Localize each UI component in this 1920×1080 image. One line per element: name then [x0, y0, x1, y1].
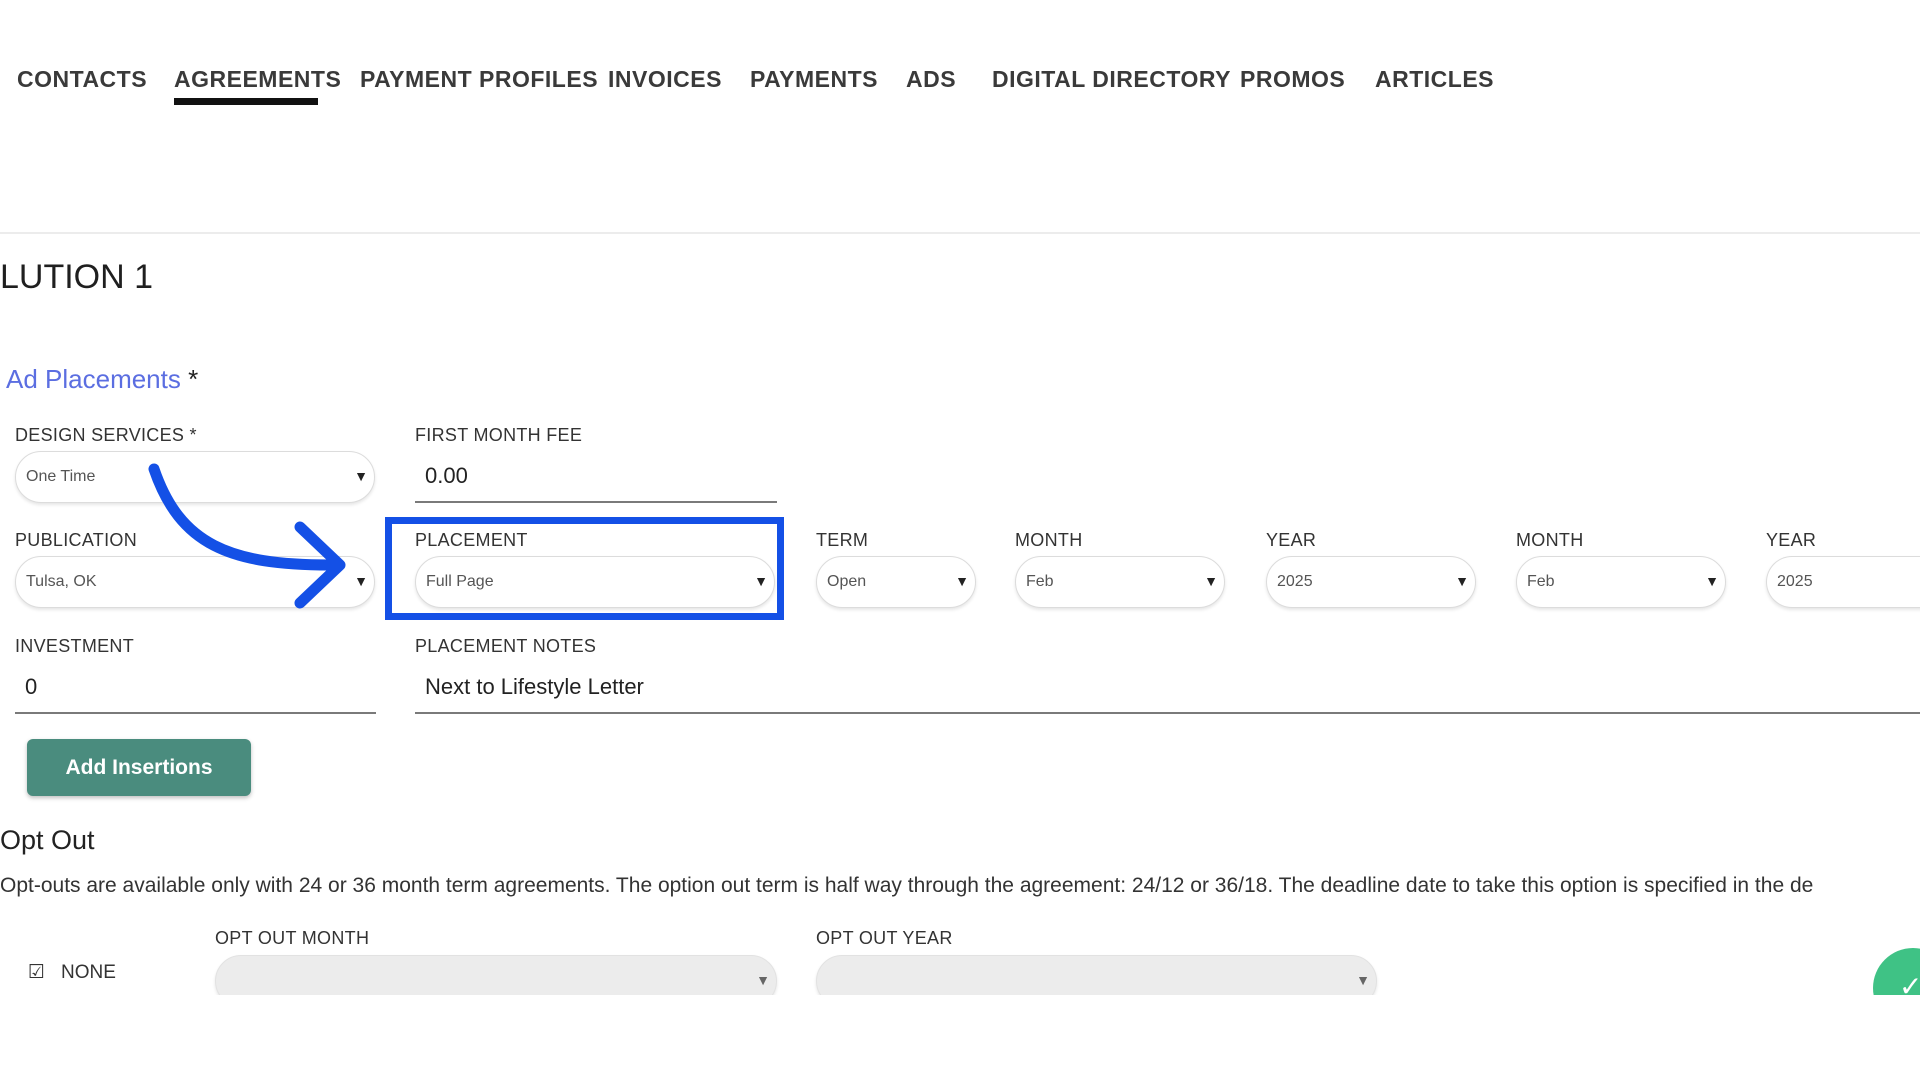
placement-notes-value: Next to Lifestyle Letter: [425, 674, 644, 699]
start-month-label: MONTH: [1015, 530, 1083, 550]
end-year-value: 2025: [1777, 573, 1813, 590]
design-services-label: DESIGN SERVICES *: [15, 425, 197, 445]
tab-contacts[interactable]: CONTACTS: [17, 66, 147, 93]
placement-notes-label: PLACEMENT NOTES: [415, 636, 597, 656]
tab-ads[interactable]: ADS: [906, 66, 956, 93]
opt-out-none-label: NONE: [61, 962, 116, 983]
term-select[interactable]: Open ▼: [816, 556, 976, 608]
checked-checkbox-icon: ☑: [28, 962, 46, 983]
add-insertions-button[interactable]: Add Insertions: [27, 739, 251, 796]
active-tab-indicator: [174, 98, 318, 105]
tab-promos[interactable]: PROMOS: [1240, 66, 1345, 93]
bottom-whitespace: [0, 995, 1920, 1080]
opt-out-title: Opt Out: [0, 825, 95, 855]
first-month-fee-input[interactable]: 0.00: [415, 451, 777, 503]
ad-placements-heading: Ad Placements *: [6, 364, 198, 395]
tab-bar: CONTACTS AGREEMENTS PAYMENT PROFILES INV…: [0, 0, 1920, 110]
tab-digital-directory[interactable]: DIGITAL DIRECTORY: [992, 66, 1231, 93]
tab-payments[interactable]: PAYMENTS: [750, 66, 878, 93]
investment-label: INVESTMENT: [15, 636, 135, 656]
first-month-fee-label: FIRST MONTH FEE: [415, 425, 583, 445]
start-year-label: YEAR: [1266, 530, 1317, 550]
opt-out-year-label: OPT OUT YEAR: [816, 928, 953, 948]
first-month-fee-value: 0.00: [425, 463, 468, 488]
start-year-select[interactable]: 2025 ▼: [1266, 556, 1476, 608]
start-month-select[interactable]: Feb ▼: [1015, 556, 1225, 608]
required-mark: *: [188, 364, 199, 394]
end-month-select[interactable]: Feb ▼: [1516, 556, 1726, 608]
ad-placements-link[interactable]: Ad Placements: [6, 364, 181, 394]
caret-down-icon: ▼: [756, 972, 770, 988]
tab-invoices[interactable]: INVOICES: [608, 66, 722, 93]
caret-down-icon: ▼: [955, 573, 969, 589]
caret-down-icon: ▼: [1705, 573, 1719, 589]
pointer-arrow-icon: [148, 463, 346, 609]
tab-articles[interactable]: ARTICLES: [1375, 66, 1494, 93]
caret-down-icon: ▼: [1356, 972, 1370, 988]
placement-notes-input[interactable]: Next to Lifestyle Letter: [415, 662, 1920, 714]
tab-payment-profiles[interactable]: PAYMENT PROFILES: [360, 66, 598, 93]
tab-agreements[interactable]: AGREEMENTS: [174, 66, 341, 93]
investment-input[interactable]: 0: [15, 662, 376, 714]
publication-label: PUBLICATION: [15, 530, 137, 550]
start-year-value: 2025: [1277, 573, 1313, 590]
end-year-label: YEAR: [1766, 530, 1817, 550]
start-month-value: Feb: [1026, 573, 1054, 590]
page-title: LUTION 1: [0, 258, 154, 296]
end-month-label: MONTH: [1516, 530, 1584, 550]
end-month-value: Feb: [1527, 573, 1555, 590]
header-divider: [0, 232, 1920, 234]
design-services-value: One Time: [26, 468, 96, 485]
opt-out-month-label: OPT OUT MONTH: [215, 928, 370, 948]
publication-value: Tulsa, OK: [26, 573, 97, 590]
caret-down-icon: ▼: [1455, 573, 1469, 589]
placement-highlight-box: [385, 517, 784, 620]
opt-out-none-checkbox[interactable]: ☑ NONE: [28, 961, 116, 984]
opt-out-description: Opt-outs are available only with 24 or 3…: [0, 874, 1814, 897]
end-year-select[interactable]: 2025: [1766, 556, 1920, 608]
term-label: TERM: [816, 530, 869, 550]
term-value: Open: [827, 573, 867, 590]
caret-down-icon: ▼: [1204, 573, 1218, 589]
investment-value: 0: [25, 674, 38, 699]
